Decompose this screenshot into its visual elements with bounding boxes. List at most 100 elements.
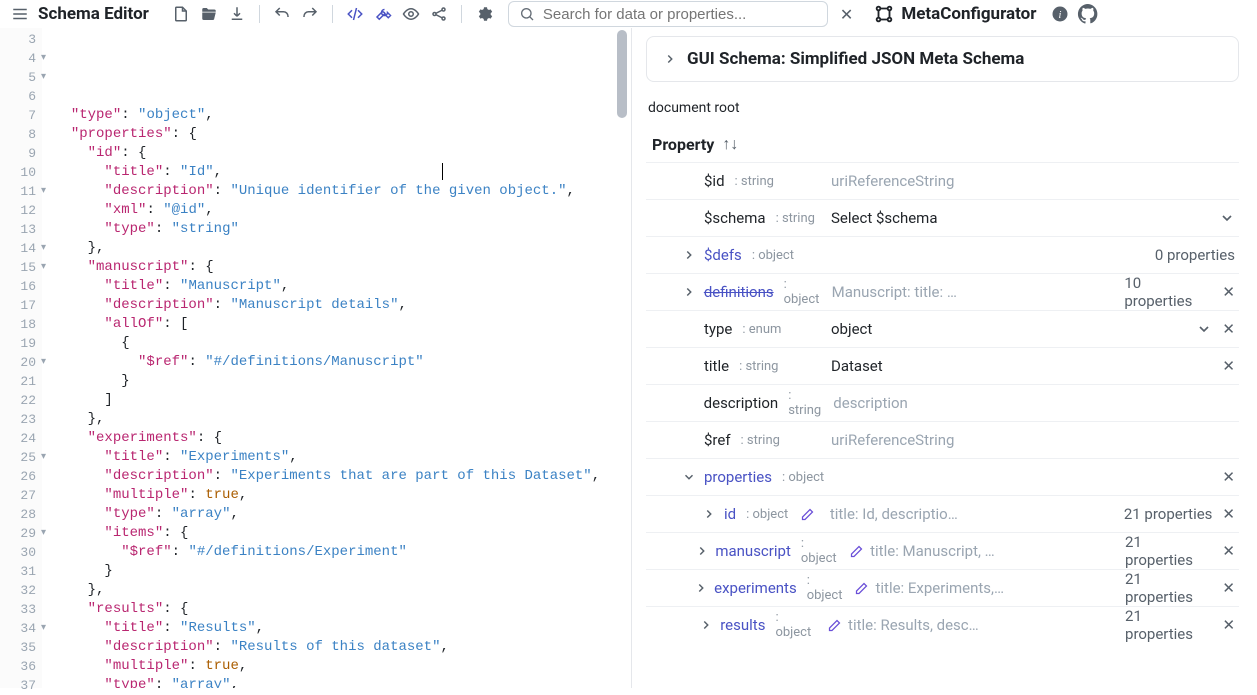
property-name[interactable]: type (704, 320, 732, 338)
edit-icon[interactable] (849, 544, 864, 559)
remove-icon[interactable]: ✕ (1222, 505, 1235, 523)
close-icon[interactable]: ✕ (832, 5, 861, 24)
property-name[interactable]: results (720, 616, 765, 634)
chevron-down-icon[interactable] (1196, 321, 1212, 337)
share-icon[interactable] (427, 2, 451, 26)
code-area[interactable]: "type": "object", "properties": { "id": … (42, 28, 631, 688)
property-value[interactable]: object (831, 320, 1111, 338)
property-row[interactable]: idobjecttitle: Id, descriptio…21 propert… (646, 495, 1239, 532)
property-name[interactable]: manuscript (715, 542, 791, 560)
property-row[interactable]: titlestringDataset✕ (646, 347, 1239, 384)
code-line[interactable]: "multiple": true, (54, 657, 631, 676)
code-icon[interactable] (343, 2, 367, 26)
chevron-right-icon[interactable] (700, 507, 718, 521)
code-line[interactable]: "xml": "@id", (54, 201, 631, 220)
open-folder-icon[interactable] (197, 2, 221, 26)
remove-icon[interactable]: ✕ (1222, 283, 1235, 301)
code-line[interactable]: }, (54, 581, 631, 600)
info-icon[interactable]: i (1048, 2, 1072, 26)
property-row[interactable]: $defsobject0 properties (646, 236, 1239, 273)
code-line[interactable]: "experiments": { (54, 429, 631, 448)
edit-icon[interactable] (800, 507, 815, 522)
property-name[interactable]: $id (704, 172, 725, 190)
code-line[interactable]: "properties": { (54, 125, 631, 144)
property-name[interactable]: $schema (704, 209, 766, 227)
code-line[interactable]: } (54, 372, 631, 391)
property-name[interactable]: title (704, 357, 729, 375)
code-line[interactable]: "results": { (54, 600, 631, 619)
code-line[interactable]: "description": "Manuscript details", (54, 296, 631, 315)
code-line[interactable]: }, (54, 410, 631, 429)
property-row[interactable]: propertiesobject✕ (646, 458, 1239, 495)
code-editor[interactable]: 3456789101112131415161718192021222324252… (0, 28, 632, 688)
chevron-right-icon[interactable] (680, 248, 698, 262)
property-row[interactable]: $schemastringSelect $schema (646, 199, 1239, 236)
new-file-icon[interactable] (169, 2, 193, 26)
scrollbar[interactable] (617, 30, 627, 118)
code-line[interactable]: "items": { (54, 524, 631, 543)
edit-icon[interactable] (827, 618, 842, 633)
property-row[interactable]: typeenumobject✕ (646, 310, 1239, 347)
code-line[interactable]: "allOf": [ (54, 315, 631, 334)
chevron-right-icon[interactable] (697, 618, 714, 632)
property-value[interactable]: Dataset (831, 357, 1111, 375)
property-row[interactable]: resultsobjecttitle: Results, desc…21 pro… (646, 606, 1239, 643)
property-name[interactable]: $ref (704, 431, 731, 449)
property-header[interactable]: Property ↑↓ (646, 128, 1239, 162)
search-input[interactable] (543, 6, 817, 23)
wrench-icon[interactable] (371, 2, 395, 26)
code-line[interactable]: "$ref": "#/definitions/Experiment" (54, 543, 631, 562)
download-icon[interactable] (225, 2, 249, 26)
code-line[interactable]: ] (54, 391, 631, 410)
remove-icon[interactable]: ✕ (1222, 542, 1235, 560)
undo-icon[interactable] (270, 2, 294, 26)
remove-icon[interactable]: ✕ (1222, 579, 1235, 597)
chevron-right-icon[interactable] (694, 544, 709, 558)
code-line[interactable]: "title": "Experiments", (54, 448, 631, 467)
chevron-right-icon[interactable] (680, 285, 698, 299)
code-line[interactable]: "type": "array", (54, 676, 631, 688)
brand[interactable]: MetaConfigurator (873, 3, 1036, 25)
property-row[interactable]: manuscriptobjecttitle: Manuscript, …21 p… (646, 532, 1239, 569)
property-row[interactable]: $idstringuriReferenceString (646, 162, 1239, 199)
property-row[interactable]: descriptionstringdescription (646, 384, 1239, 421)
property-value[interactable]: Select $schema (831, 209, 1111, 227)
code-line[interactable]: "description": "Results of this dataset"… (54, 638, 631, 657)
remove-icon[interactable]: ✕ (1222, 357, 1235, 375)
code-line[interactable]: { (54, 334, 631, 353)
property-row[interactable]: experimentsobjecttitle: Experiments,…21 … (646, 569, 1239, 606)
remove-icon[interactable]: ✕ (1222, 320, 1235, 338)
code-line[interactable]: "type": "array", (54, 505, 631, 524)
property-name[interactable]: definitions (704, 283, 774, 301)
chevron-down-icon[interactable] (680, 470, 698, 484)
github-icon[interactable] (1076, 2, 1100, 26)
property-name[interactable]: properties (704, 468, 772, 486)
code-line[interactable]: "description": "Unique identifier of the… (54, 182, 631, 201)
code-line[interactable]: "title": "Results", (54, 619, 631, 638)
property-name[interactable]: $defs (704, 246, 742, 264)
code-line[interactable]: }, (54, 239, 631, 258)
gear-icon[interactable] (472, 2, 496, 26)
code-line[interactable]: } (54, 562, 631, 581)
code-line[interactable]: "manuscript": { (54, 258, 631, 277)
property-row[interactable]: definitionsobjectManuscript: title: …10 … (646, 273, 1239, 310)
code-line[interactable]: "type": "string" (54, 220, 631, 239)
property-name[interactable]: id (724, 505, 736, 523)
search-box[interactable] (508, 1, 828, 27)
menu-icon[interactable] (8, 2, 32, 26)
remove-icon[interactable]: ✕ (1222, 468, 1235, 486)
code-line[interactable]: "id": { (54, 144, 631, 163)
property-row[interactable]: $refstringuriReferenceString (646, 421, 1239, 458)
property-name[interactable]: description (704, 394, 779, 412)
code-line[interactable]: "type": "object", (54, 106, 631, 125)
property-name[interactable]: experiments (714, 579, 797, 597)
sort-icon[interactable]: ↑↓ (722, 134, 738, 154)
eye-icon[interactable] (399, 2, 423, 26)
code-line[interactable]: "description": "Experiments that are par… (54, 467, 631, 486)
gui-schema-card[interactable]: GUI Schema: Simplified JSON Meta Schema (646, 36, 1239, 82)
code-line[interactable]: "multiple": true, (54, 486, 631, 505)
chevron-right-icon[interactable] (693, 581, 708, 595)
code-line[interactable]: "title": "Id", (54, 163, 631, 182)
chevron-down-icon[interactable] (1219, 210, 1235, 226)
edit-icon[interactable] (854, 581, 869, 596)
